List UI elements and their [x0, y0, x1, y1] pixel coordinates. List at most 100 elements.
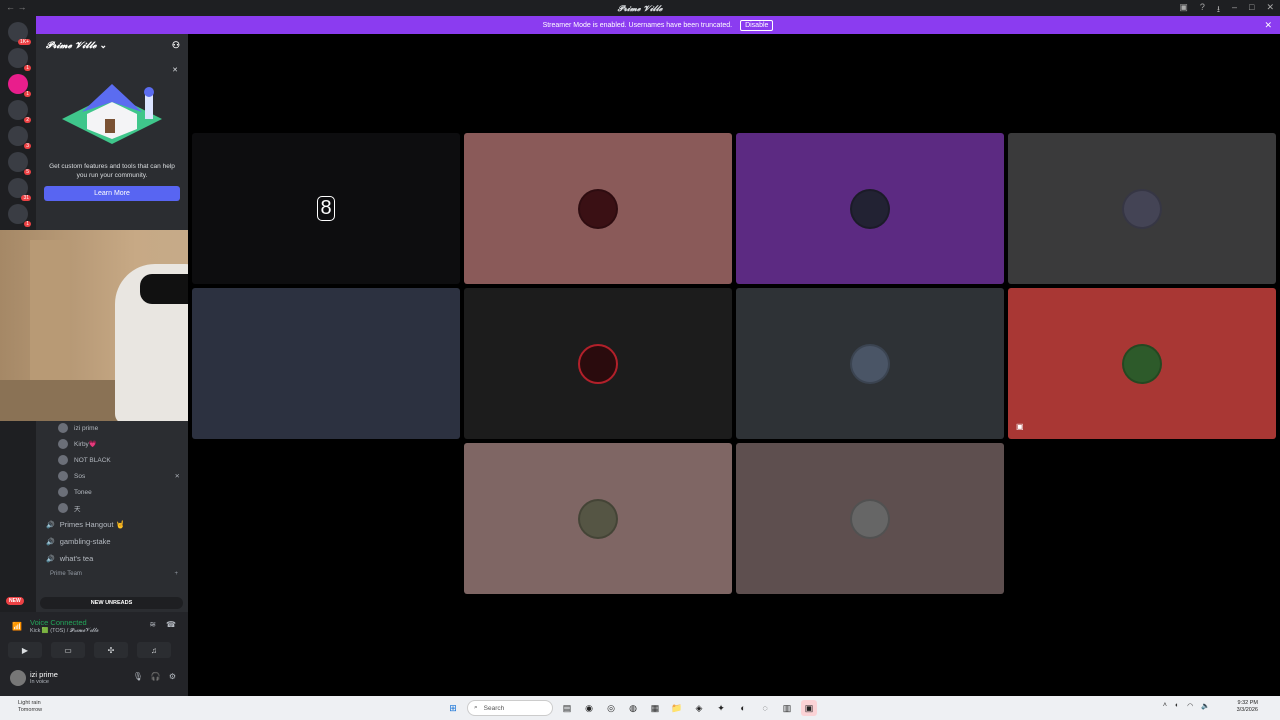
muted-icon: ⨯ [174, 473, 180, 480]
participant-tile[interactable] [736, 133, 1004, 284]
back-forward-icon[interactable]: ← → [6, 2, 27, 12]
app-icon[interactable]: ◈ [691, 700, 707, 716]
system-tray: ˄ ◐ ◠ 🔈 [1163, 702, 1210, 710]
participant-tile[interactable] [464, 443, 732, 594]
voice-user-name: NOT BLACK [74, 456, 111, 464]
server-badge: 5 [24, 169, 31, 175]
participant-tile[interactable] [736, 443, 1004, 594]
tray-app-icon[interactable]: ◐ [1175, 702, 1179, 710]
server-icon[interactable]: 3 [8, 126, 31, 149]
headphones-icon[interactable]: 🎧 [151, 672, 161, 681]
voice-user[interactable]: NOT BLACK [36, 452, 188, 468]
server-badge: 3 [24, 143, 31, 149]
soundboard-button[interactable]: ♫ [137, 642, 171, 658]
participant-tile[interactable] [464, 288, 732, 439]
channel-name: what's tea [59, 554, 94, 563]
category-prime-team[interactable]: Prime Team + [36, 567, 188, 581]
banner-close-icon[interactable]: ✕ [1264, 20, 1272, 31]
guild-header[interactable]: 𝓟𝓻𝓲𝓶𝓮 𝓥𝓲𝓵𝓵𝓮 ⌄ ⚇ [36, 34, 188, 58]
voice-connected-panel: 📶 Voice Connected Kick 🟩 (TOS) / 𝓟𝓻𝓲𝓶𝓮𝓥𝓲… [0, 612, 188, 664]
participant-tile[interactable]: 8 [192, 133, 460, 284]
voice-channel-primes-hangout[interactable]: 🔊 Primes Hangout 🤘 [36, 516, 188, 533]
app-icon[interactable]: ◉ [581, 700, 597, 716]
voice-channel-whats-tea[interactable]: 🔊 what's tea [36, 550, 188, 567]
task-view-icon[interactable]: ▤ [559, 700, 575, 716]
chevron-up-icon[interactable]: ˄ [1163, 702, 1167, 710]
add-channel-icon[interactable]: + [174, 571, 178, 577]
app-icon[interactable]: ▦ [647, 700, 663, 716]
noise-suppression-icon[interactable]: ≋ [149, 620, 156, 629]
participant-tile[interactable] [464, 133, 732, 284]
voice-channel-path[interactable]: Kick 🟩 (TOS) / 𝓟𝓻𝓲𝓶𝓮𝓥𝓲𝓵𝓵𝓮 [30, 628, 99, 635]
windows-taskbar: Light rain Tomorrow ⊞ ⌕ Search ▤ ◉ ◎ ◍ ▦ … [0, 696, 1280, 720]
chrome-icon[interactable]: ◍ [625, 700, 641, 716]
voice-user[interactable]: izi prime [36, 420, 188, 436]
voice-user-name: 天 [74, 506, 81, 513]
server-badge: 1K+ [17, 39, 31, 45]
voice-user[interactable]: Tonee [36, 484, 188, 500]
voice-user-name: izi prime [74, 424, 99, 432]
settings-gear-icon[interactable]: ⚙ [169, 672, 176, 681]
avatar [578, 188, 618, 229]
learn-more-button[interactable]: Learn More [44, 186, 180, 201]
voice-user[interactable]: 天 [36, 500, 188, 516]
new-badge: NEW [6, 597, 24, 605]
server-icon[interactable]: 2 [8, 100, 31, 123]
voice-user-name: Sos [74, 472, 86, 480]
wifi-icon[interactable]: ◠ [1187, 702, 1193, 710]
clock[interactable]: 9:32 PM 3/3/2026 [1237, 700, 1258, 714]
disable-button[interactable]: Disable [740, 19, 774, 31]
banner-text: Streamer Mode is enabled. Usernames have… [542, 21, 733, 29]
server-badge: 1 [24, 65, 31, 71]
server-boost-promo: ✕ Get custom features and tools that can… [44, 64, 180, 201]
server-badge: 1 [24, 91, 31, 97]
title-bar: ← → 𝓟𝓻𝓲𝓶𝓮 𝓥𝓲𝓵𝓵𝓮 ▣ ? ⭳ – □ ✕ [0, 0, 1280, 16]
server-icon[interactable]: 5 [8, 152, 31, 175]
windows-start-icon[interactable]: ⊞ [445, 700, 461, 716]
taskbar-search[interactable]: ⌕ Search [467, 700, 553, 716]
avatar [58, 503, 68, 513]
server-badge: 1 [24, 221, 31, 227]
edge-icon[interactable]: ◌ [757, 700, 773, 716]
server-icon[interactable]: 31 [8, 178, 31, 201]
promo-close-icon[interactable]: ✕ [172, 66, 178, 74]
microphone-icon[interactable]: 🎙 [133, 672, 143, 681]
server-icon[interactable]: 1 [8, 48, 31, 71]
server-icon[interactable]: 1 [8, 204, 31, 227]
disconnect-icon[interactable]: ☎ [166, 620, 176, 629]
stream-icon: ▣ [1016, 422, 1024, 431]
voice-user[interactable]: Sos ⨯ [36, 468, 188, 484]
participant-tile[interactable] [736, 288, 1004, 439]
voice-channel-gambling-stake[interactable]: 🔊 gambling-stake [36, 533, 188, 550]
avatar [58, 487, 68, 497]
server-icon[interactable]: 1 [8, 74, 31, 97]
voice-status: Voice Connected [30, 618, 87, 627]
activities-button[interactable]: ✣ [94, 642, 128, 658]
weather-widget[interactable]: Light rain Tomorrow [18, 700, 42, 714]
home-icon[interactable]: 1K+ [8, 22, 31, 45]
terminal-icon[interactable]: ▣ [801, 700, 817, 716]
app-icon[interactable]: ✦ [713, 700, 729, 716]
avatar[interactable] [10, 670, 26, 686]
volume-icon[interactable]: 🔈 [1201, 702, 1210, 710]
participant-tile[interactable] [192, 288, 460, 439]
screen-share-button[interactable]: ▭ [51, 642, 85, 658]
user-panel: izi prime In voice 🎙 🎧 ⚙ [0, 664, 188, 696]
app-icon[interactable]: ◎ [603, 700, 619, 716]
avatar [58, 455, 68, 465]
user-status: In voice [30, 679, 49, 685]
avatar [850, 498, 890, 539]
participant-tile[interactable]: ▣ [1008, 288, 1276, 439]
house-illustration [57, 64, 167, 154]
new-unreads-pill[interactable]: NEW UNREADS [40, 597, 183, 609]
voice-channel-list: izi prime Kirby💗 NOT BLACK Sos ⨯ Tonee 天 … [36, 420, 188, 581]
file-explorer-icon[interactable]: 📁 [669, 700, 685, 716]
channel-name: gambling-stake [59, 537, 111, 546]
camera-button[interactable]: ▶ [8, 642, 42, 658]
invite-icon[interactable]: ⚇ [172, 41, 180, 51]
app-icon[interactable]: ▥ [779, 700, 795, 716]
window-title: 𝓟𝓻𝓲𝓶𝓮 𝓥𝓲𝓵𝓵𝓮 [617, 2, 663, 13]
app-icon[interactable]: ◐ [735, 700, 751, 716]
participant-tile[interactable] [1008, 133, 1276, 284]
voice-user[interactable]: Kirby💗 [36, 436, 188, 452]
